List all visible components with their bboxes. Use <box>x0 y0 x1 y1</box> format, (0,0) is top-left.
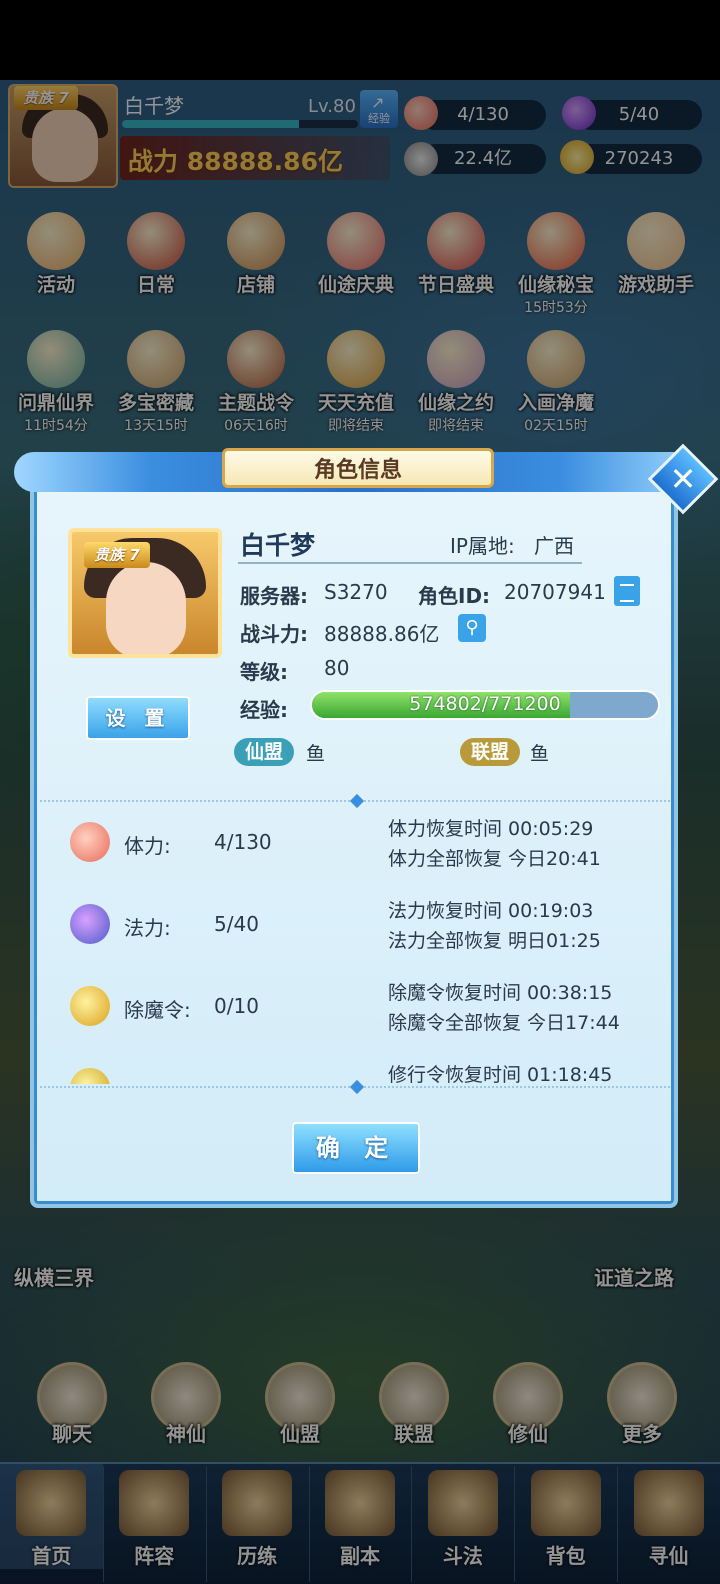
role-id-label: 角色ID: <box>418 584 491 608</box>
copy-icon[interactable] <box>614 576 640 606</box>
power-value: 88888.86亿 <box>324 622 440 646</box>
server-value: S3270 <box>324 580 388 604</box>
cultivation-token-icon <box>70 1068 110 1084</box>
xianmeng-value: 鱼 <box>306 743 326 765</box>
stat-value: 0/10 <box>214 994 259 1018</box>
stat-label: 体力: <box>124 834 171 858</box>
name-underline <box>238 562 582 564</box>
stat-recover-time: 法力恢复时间 00:19:03 <box>388 900 594 922</box>
xianmeng-tag: 仙盟 <box>234 738 294 766</box>
peach-icon <box>70 822 110 862</box>
stat-recover-time: 修行令恢复时间 01:18:45 <box>388 1064 613 1084</box>
stat-row: 体力: 4/130 体力恢复时间 00:05:29 体力全部恢复 今日20:41 <box>40 808 670 890</box>
ip-value: 广西 <box>534 534 574 558</box>
power-label: 战斗力: <box>240 622 308 646</box>
stat-row: 除魔令: 0/10 除魔令恢复时间 00:38:15 除魔令全部恢复 今日17:44 <box>40 972 670 1054</box>
stats-scroll-area[interactable]: 体力: 4/130 体力恢复时间 00:05:29 体力全部恢复 今日20:41 法力:… <box>40 808 670 1084</box>
mana-flame-icon <box>70 904 110 944</box>
ip-label: IP属地: <box>450 534 515 558</box>
role-name: 白千梦 <box>240 531 316 560</box>
exp-label: 经验: <box>240 698 288 722</box>
exp-value: 574802/771200 <box>409 693 561 715</box>
role-id-value: 20707941 <box>504 580 606 604</box>
close-icon[interactable]: ✕ <box>658 454 708 504</box>
role-avatar-face <box>106 562 186 654</box>
stat-recover-time: 体力恢复时间 00:05:29 <box>388 818 594 840</box>
stat-label: 除魔令: <box>124 998 191 1022</box>
lianmeng-value: 鱼 <box>530 743 550 765</box>
dialog-title: 角色信息 <box>313 458 402 483</box>
stat-value: 4/130 <box>214 830 272 854</box>
role-noble-tag: 贵族 7 <box>84 542 150 568</box>
stat-full-recover: 体力全部恢复 今日20:41 <box>388 848 601 870</box>
settings-button[interactable]: 设 置 <box>86 696 190 740</box>
search-icon[interactable]: ⚲ <box>458 614 486 642</box>
confirm-button[interactable]: 确 定 <box>292 1122 420 1174</box>
lianmeng-tag: 联盟 <box>460 738 520 766</box>
stat-full-recover: 法力全部恢复 明日01:25 <box>388 930 601 952</box>
stat-value: 5/40 <box>214 912 259 936</box>
level-value: 80 <box>324 656 350 680</box>
status-bar-area <box>0 0 720 80</box>
stat-recover-time: 除魔令恢复时间 00:38:15 <box>388 982 613 1004</box>
stat-row: 修行令恢复时间 01:18:45 <box>40 1054 670 1084</box>
stat-full-recover: 除魔令全部恢复 今日17:44 <box>388 1012 620 1034</box>
demon-token-icon <box>70 986 110 1026</box>
stat-label: 法力: <box>124 916 171 940</box>
level-label: 等级: <box>240 660 288 684</box>
server-label: 服务器: <box>240 584 308 608</box>
stat-row: 法力: 5/40 法力恢复时间 00:19:03 法力全部恢复 明日01:25 <box>40 890 670 972</box>
